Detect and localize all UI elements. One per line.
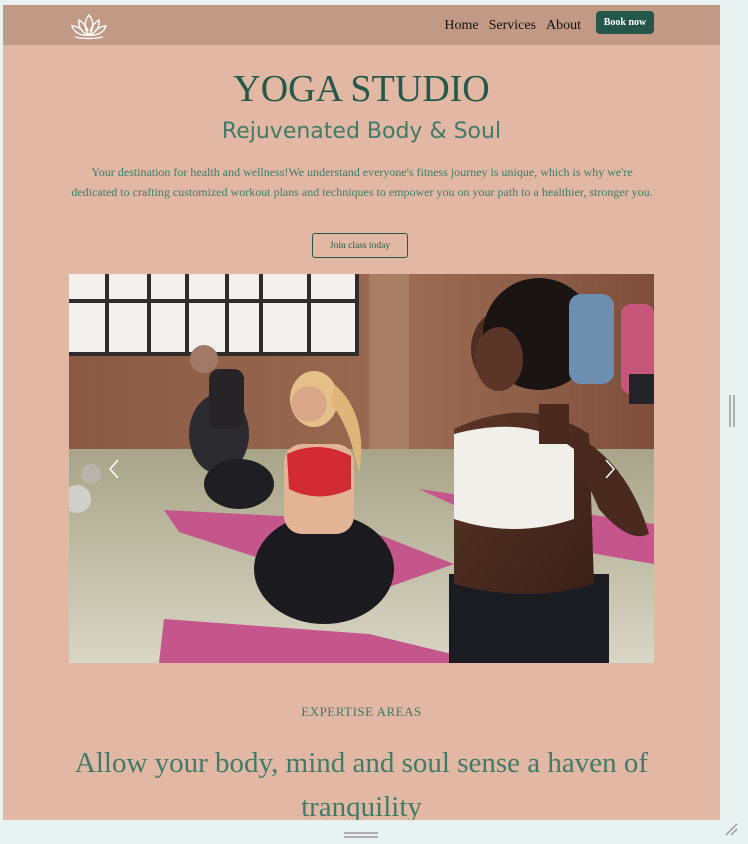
resize-grip-icon[interactable] xyxy=(724,822,738,836)
carousel-prev-button[interactable] xyxy=(99,452,129,486)
carousel-next-button[interactable] xyxy=(595,452,625,486)
yoga-class-photo xyxy=(69,274,654,663)
page-title: YOGA STUDIO xyxy=(233,68,490,110)
navbar: Home Services About Book now xyxy=(3,5,720,45)
nav-services-link[interactable]: Services xyxy=(489,18,536,34)
expertise-headline: Allow your body, mind and soul sense a h… xyxy=(74,747,649,820)
chevron-left-icon xyxy=(108,459,119,479)
chevron-right-icon xyxy=(605,459,616,479)
nav-home-link[interactable]: Home xyxy=(444,18,478,34)
page-frame: Home Services About Book now YOGA STUDIO… xyxy=(3,5,720,820)
lotus-icon[interactable] xyxy=(69,12,109,40)
join-class-button[interactable]: Join class today xyxy=(312,233,408,258)
book-now-button[interactable]: Book now xyxy=(596,11,654,34)
expertise-label: EXPERTISE AREAS xyxy=(301,704,422,719)
page-subtitle: Rejuvenated Body & Soul xyxy=(221,119,502,144)
nav-links: Home Services About xyxy=(444,18,581,34)
image-carousel xyxy=(69,274,654,663)
nav-about-link[interactable]: About xyxy=(546,18,581,34)
horizontal-resize-handle[interactable] xyxy=(344,826,378,838)
hero-description: Your destination for health and wellness… xyxy=(71,165,653,199)
vertical-resize-handle[interactable] xyxy=(728,395,736,427)
